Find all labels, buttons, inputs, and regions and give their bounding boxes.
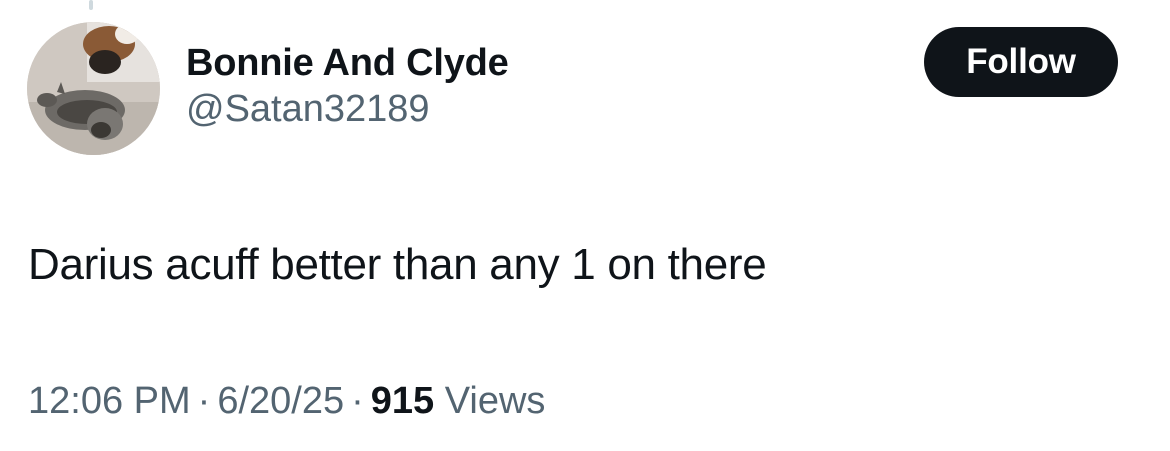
views-label[interactable]: Views <box>445 380 546 422</box>
display-name[interactable]: Bonnie And Clyde <box>186 40 509 86</box>
tweet-text: Darius acuff better than any 1 on there <box>28 240 767 289</box>
cat-photo-icon <box>27 22 160 155</box>
tweet-date[interactable]: 6/20/25 <box>217 380 344 422</box>
separator-dot: · <box>351 380 364 422</box>
avatar[interactable] <box>27 22 160 155</box>
views-count[interactable]: 915 <box>371 380 434 422</box>
follow-button[interactable]: Follow <box>924 27 1118 97</box>
thread-connector-line <box>89 0 93 10</box>
user-header: Bonnie And Clyde @Satan32189 <box>186 40 509 132</box>
separator-dot: · <box>197 380 211 422</box>
user-handle[interactable]: @Satan32189 <box>186 86 509 132</box>
tweet-metadata: 12:06 PM · 6/20/25 · 915 Views <box>28 378 545 424</box>
tweet-time[interactable]: 12:06 PM <box>28 380 191 422</box>
